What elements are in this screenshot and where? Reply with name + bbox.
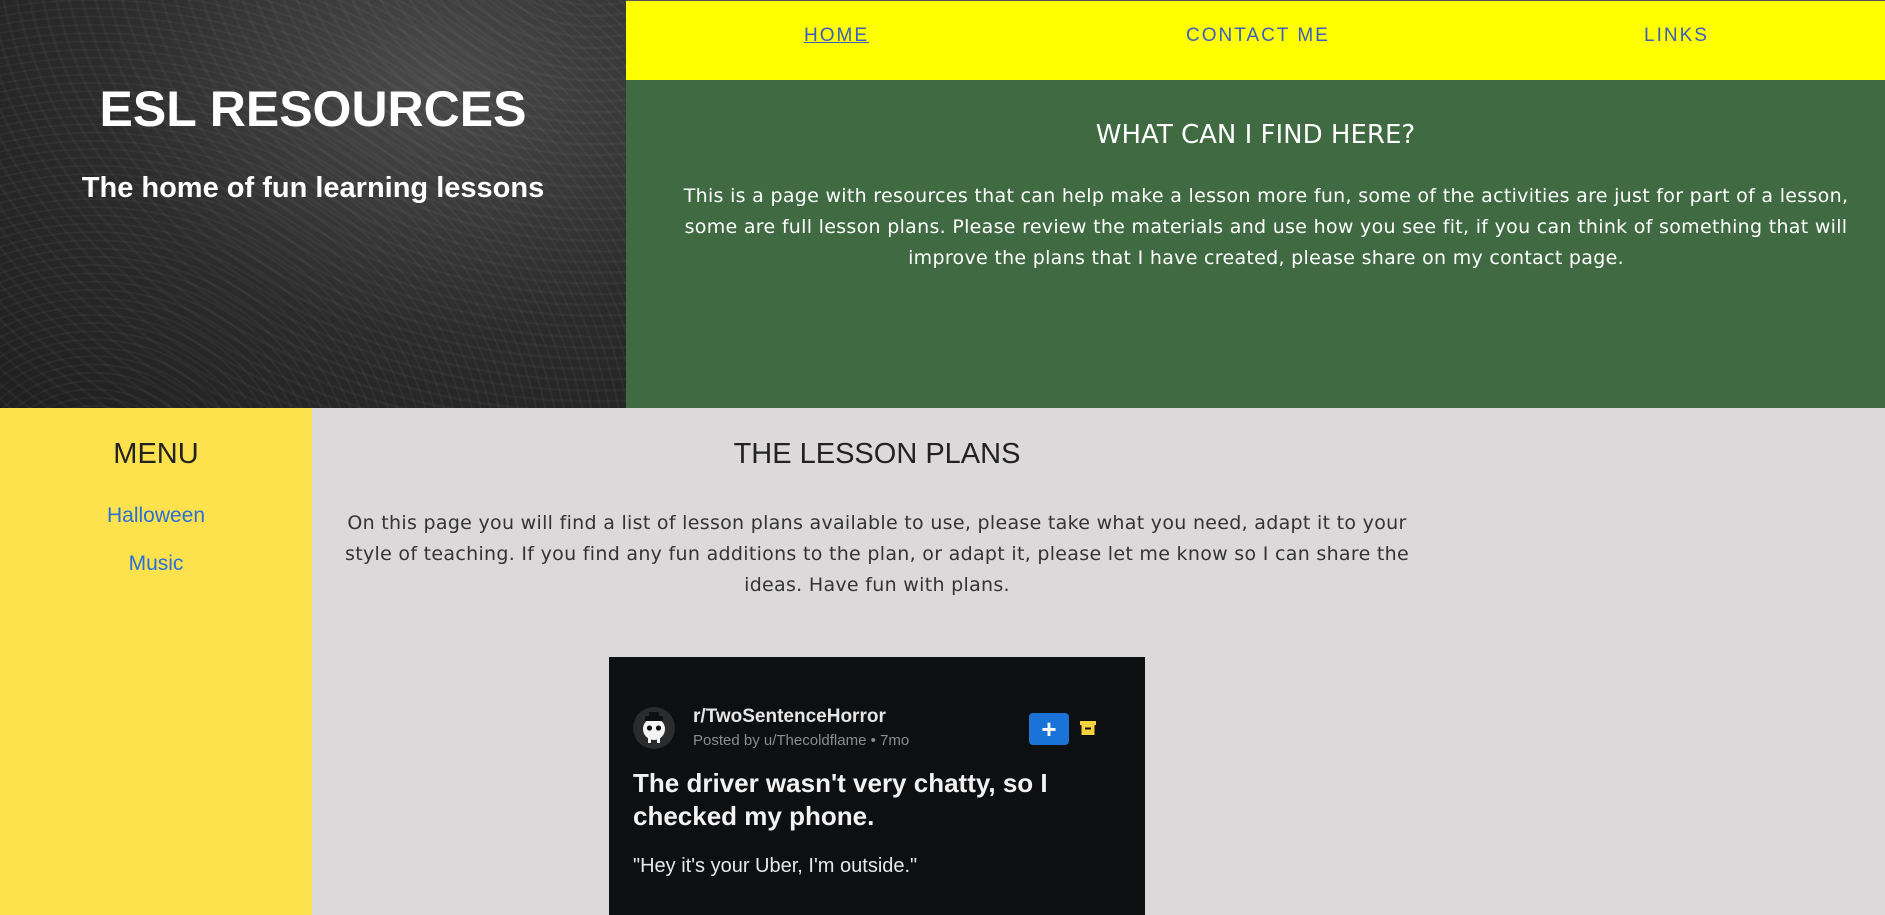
plus-icon: + xyxy=(1029,713,1069,745)
reddit-avatar-icon xyxy=(633,707,675,749)
info-panel: WHAT CAN I FIND HERE? This is a page wit… xyxy=(626,80,1885,408)
site-title: ESL RESOURCES xyxy=(99,81,527,137)
nav-links-link[interactable]: LINKS xyxy=(1644,25,1709,47)
sidebar-link-halloween[interactable]: Halloween xyxy=(0,504,312,528)
sidebar-menu: MENU Halloween Music xyxy=(0,408,312,915)
subreddit-name: r/TwoSentenceHorror xyxy=(693,706,886,727)
archive-icon xyxy=(1080,721,1096,735)
site-tagline: The home of fun learning lessons xyxy=(81,172,545,204)
top-nav: HOME CONTACT ME LINKS xyxy=(626,0,1885,80)
reddit-post-image: r/TwoSentenceHorror Posted by u/Thecoldf… xyxy=(609,657,1145,915)
main-content: THE LESSON PLANS On this page you will f… xyxy=(312,408,1885,915)
info-text: This is a page with resources that can h… xyxy=(683,185,1849,269)
hero-banner: ESL RESOURCES The home of fun learning l… xyxy=(0,0,626,408)
menu-heading: MENU xyxy=(113,438,199,470)
post-meta: Posted by u/Thecoldflame • 7mo xyxy=(693,732,910,749)
info-heading: WHAT CAN I FIND HERE? xyxy=(1095,120,1416,150)
nav-contact-link[interactable]: CONTACT ME xyxy=(1186,25,1330,47)
nav-home-link[interactable]: HOME xyxy=(804,25,869,47)
sidebar-link-music[interactable]: Music xyxy=(0,552,312,576)
lesson-plans-intro: On this page you will find a list of les… xyxy=(345,512,1409,596)
lesson-plans-heading: THE LESSON PLANS xyxy=(733,438,1021,470)
post-quote: "Hey it's your Uber, I'm outside." xyxy=(633,855,918,877)
post-headline: The driver wasn't very chatty, so I chec… xyxy=(633,768,1048,831)
